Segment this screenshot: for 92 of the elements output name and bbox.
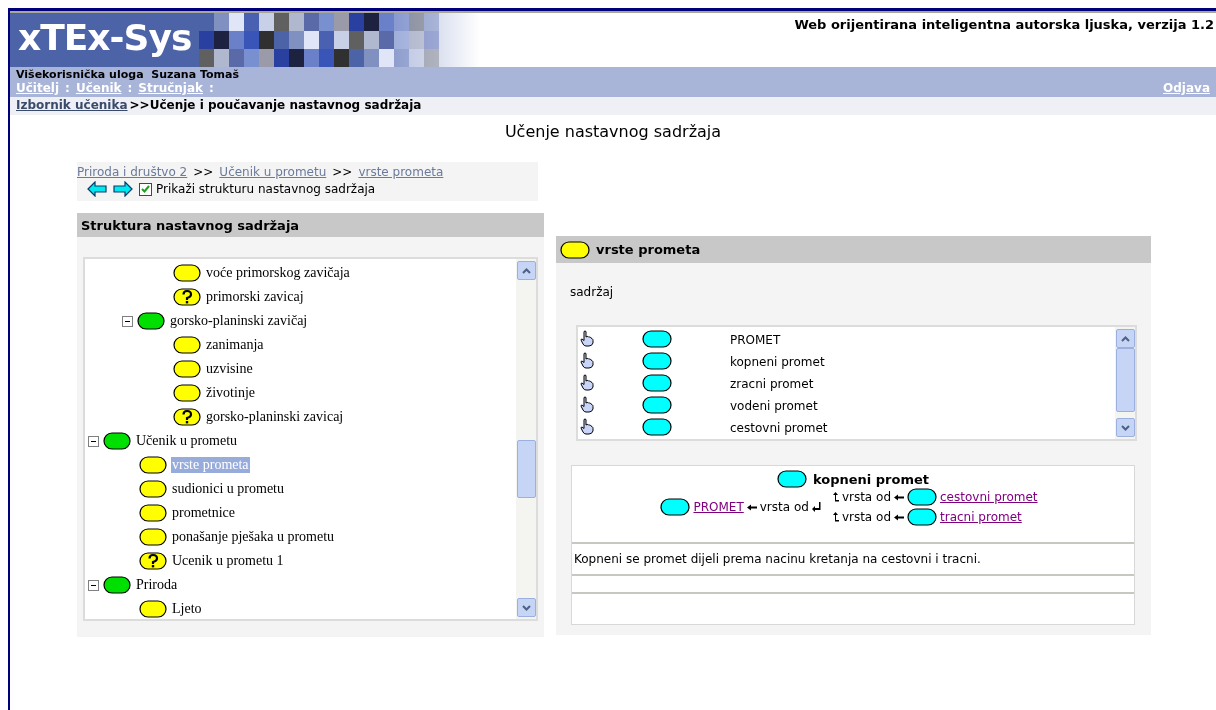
scroll-thumb[interactable] [517, 440, 536, 498]
hand-pointer-icon[interactable] [580, 352, 594, 369]
breadcrumb-current: >>Učenje i poučavanje nastavnog sadržaja [129, 98, 422, 114]
question-node-icon [173, 408, 201, 426]
question-node-icon [139, 552, 167, 570]
concept-description: Kopneni se promet dijeli prema nacinu kretanja na cestovni i tracni. [574, 552, 981, 566]
collapse-toggle[interactable] [122, 315, 133, 327]
tree-item[interactable]: gorsko-planinski zavičaj [169, 313, 309, 329]
concept-node-icon [642, 395, 672, 414]
page-title: Učenje nastavnog sadržaja [504, 122, 722, 141]
node-icon [139, 504, 167, 522]
separator: : [65, 81, 70, 95]
hand-pointer-icon[interactable] [580, 330, 594, 347]
node-icon [137, 312, 165, 330]
concept-item[interactable]: kopneni promet [730, 355, 825, 369]
scroll-thumb[interactable] [1116, 348, 1135, 412]
node-icon [560, 240, 590, 259]
panel-header: vrste prometa [596, 242, 701, 257]
concept-node-icon [642, 329, 672, 348]
node-icon [173, 384, 201, 402]
section-label: sadržaj [570, 285, 614, 299]
tree-item[interactable]: voće primorskog zavičaja [205, 265, 351, 281]
node-icon [173, 336, 201, 354]
concept-item[interactable]: vodeni promet [730, 399, 818, 413]
scroll-down-icon[interactable] [1121, 424, 1130, 431]
relation-label: vrsta od [759, 500, 809, 514]
tree-item[interactable]: zanimanja [205, 337, 265, 353]
path-separator: >> [193, 165, 214, 179]
path-link[interactable]: Priroda i društvo 2 [77, 165, 188, 179]
panel-header: Struktura nastavnog sadržaja [77, 213, 544, 237]
tree-item[interactable]: Učenik u prometu [135, 433, 239, 449]
app-tagline: Web orijentirana inteligentna autorska ljuska, verzija 1.2 [794, 16, 1215, 34]
checkbox[interactable] [139, 182, 152, 196]
tree-item[interactable]: primorski zavicaj [205, 289, 305, 305]
tree-item[interactable]: Ucenik u prometu 1 [171, 553, 285, 569]
tree-item[interactable]: životinje [205, 385, 256, 401]
concept-node-icon [907, 508, 937, 526]
left-arrow-icon [746, 503, 757, 511]
concept-title: kopneni promet [812, 471, 930, 487]
collapse-toggle[interactable] [88, 579, 99, 591]
relation-label: vrsta od [841, 510, 891, 524]
scrollbar[interactable] [516, 259, 536, 619]
scrollbar[interactable] [1115, 327, 1135, 439]
node-icon [139, 600, 167, 618]
node-icon [139, 528, 167, 546]
path-separator: >> [332, 165, 353, 179]
concept-node-icon [907, 488, 937, 506]
collapse-toggle[interactable] [88, 435, 99, 447]
concept-item[interactable]: zracni promet [730, 377, 814, 391]
concept-node-icon [642, 373, 672, 392]
concept-link[interactable]: cestovni promet [940, 490, 1038, 504]
concept-node-icon [660, 498, 691, 516]
scroll-up-icon[interactable] [522, 267, 531, 274]
tree-item[interactable]: uzvisine [205, 361, 254, 377]
question-node-icon [173, 288, 201, 306]
hand-pointer-icon[interactable] [580, 396, 594, 413]
scroll-up-icon[interactable] [1121, 335, 1130, 342]
concept-link[interactable]: PROMET [693, 500, 744, 514]
breadcrumb-link[interactable]: Izbornik učenika [16, 98, 128, 114]
tree-item[interactable]: gorsko-planinski zavicaj [205, 409, 345, 425]
separator: : [127, 81, 133, 95]
back-arrow-icon[interactable] [87, 181, 107, 197]
concept-node-icon [642, 417, 672, 436]
node-icon [173, 360, 201, 378]
node-icon [139, 456, 167, 474]
node-icon [103, 576, 131, 594]
return-arrow-icon [811, 502, 821, 512]
tree-item[interactable]: Priroda [135, 577, 179, 593]
tree-item[interactable]: ponašanje pješaka u prometu [171, 529, 336, 545]
separator: : [209, 81, 214, 95]
tree-item[interactable]: prometnice [171, 505, 236, 521]
scroll-down-icon[interactable] [522, 604, 531, 611]
tree-item[interactable]: sudionici u prometu [171, 481, 285, 497]
path-link[interactable]: Učenik u prometu [219, 165, 327, 179]
concept-node-icon [642, 351, 672, 370]
node-icon [139, 480, 167, 498]
left-arrow-icon [894, 513, 904, 521]
path-link[interactable]: vrste prometa [358, 165, 444, 179]
concept-item[interactable]: PROMET [730, 333, 781, 347]
hand-pointer-icon[interactable] [580, 418, 594, 435]
concept-item[interactable]: cestovni promet [730, 421, 828, 435]
concept-link[interactable]: tracni promet [940, 510, 1022, 524]
node-icon [173, 264, 201, 282]
hand-pointer-icon[interactable] [580, 374, 594, 391]
left-arrow-icon [894, 493, 904, 501]
relation-label: vrsta od [841, 490, 891, 504]
forward-arrow-icon[interactable] [113, 181, 133, 197]
user-role: Višekorisnička uloga Suzana Tomaš [16, 68, 239, 81]
tree-item[interactable]: Ljeto [171, 601, 203, 617]
checkbox-label[interactable]: Prikaži strukturu nastavnog sadržaja [156, 182, 376, 196]
node-icon [103, 432, 131, 450]
concept-node-icon [776, 470, 807, 488]
